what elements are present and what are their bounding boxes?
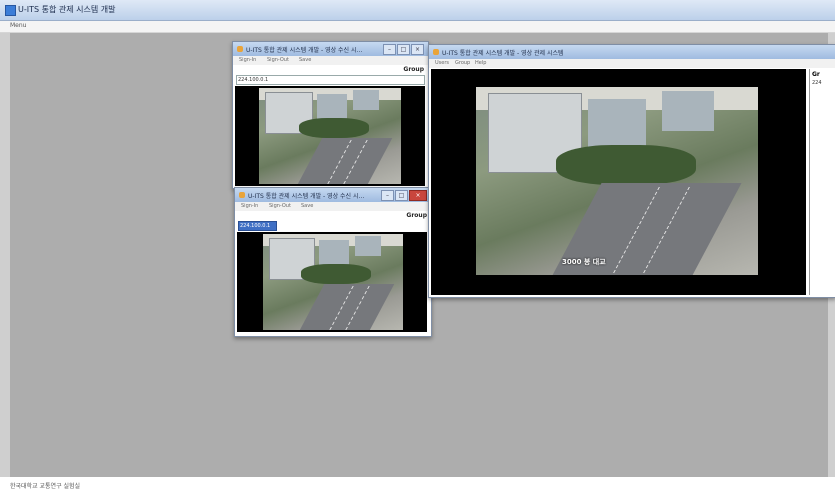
camera-feed: 3000 봉 대교 [476, 87, 758, 275]
menu-sign-in[interactable]: Sign-In [241, 203, 258, 209]
window-titlebar[interactable]: U-ITS 통합 관제 시스템 개발 - 영상 수신 시... – □ × [233, 42, 428, 56]
window-app-icon [237, 46, 243, 52]
window-controls: – □ × [380, 190, 427, 201]
multicast-ip-field[interactable]: 224.100.0.1 [238, 221, 277, 231]
close-button[interactable]: × [409, 190, 427, 201]
menu-users[interactable]: Users [435, 60, 449, 66]
window-menubar: Users Group Help [429, 59, 835, 68]
menu-group[interactable]: Group [455, 60, 470, 66]
video-window-top[interactable]: U-ITS 통합 관제 시스템 개발 - 영상 수신 시... – □ × Si… [232, 41, 429, 189]
maximize-button[interactable]: □ [397, 44, 410, 55]
main-application-window: U-ITS 통합 관제 시스템 개발 Menu U-ITS 통합 관제 시스템 … [0, 0, 835, 494]
menu-save[interactable]: Save [301, 203, 313, 209]
menu-sign-out[interactable]: Sign-Out [267, 57, 289, 63]
window-title: U-ITS 통합 관제 시스템 개발 - 영상 관제 시스템 [442, 50, 564, 57]
camera-feed [259, 88, 401, 184]
window-title: U-ITS 통합 관제 시스템 개발 - 영상 수신 시... [248, 193, 365, 200]
window-controls: – □ × [382, 44, 424, 55]
video-panel: 3000 봉 대교 [431, 69, 806, 295]
window-titlebar[interactable]: U-ITS 통합 관제 시스템 개발 - 영상 수신 시... – □ × [235, 188, 431, 202]
app-titlebar[interactable]: U-ITS 통합 관제 시스템 개발 [0, 0, 835, 21]
window-menubar: Sign-In Sign-Out Save [233, 56, 428, 65]
menu-item[interactable]: Menu [10, 22, 26, 29]
status-text: 한국대학교 교통연구 실험실 [10, 483, 81, 490]
app-title: U-ITS 통합 관제 시스템 개발 [18, 5, 116, 14]
group-label: Group [406, 212, 427, 219]
menu-help[interactable]: Help [475, 60, 486, 66]
status-bar: 한국대학교 교통연구 실험실 [0, 477, 835, 494]
app-logo-icon [5, 5, 16, 16]
app-menubar: Menu [0, 21, 835, 33]
minimize-button[interactable]: – [383, 44, 396, 55]
menu-sign-out[interactable]: Sign-Out [269, 203, 291, 209]
maximize-button[interactable]: □ [395, 190, 408, 201]
window-app-icon [433, 49, 439, 55]
group-side-panel: Gr 224 [809, 69, 834, 295]
video-window-bottom[interactable]: U-ITS 통합 관제 시스템 개발 - 영상 수신 시... – □ × Si… [234, 187, 432, 337]
close-button[interactable]: × [411, 44, 424, 55]
video-panel [237, 232, 427, 332]
group-side-label: Gr [812, 71, 820, 78]
camera-feed [263, 234, 403, 330]
video-panel [235, 86, 425, 186]
minimize-button[interactable]: – [381, 190, 394, 201]
window-menubar: Sign-In Sign-Out Save [235, 202, 431, 211]
menu-sign-in[interactable]: Sign-In [239, 57, 256, 63]
window-app-icon [239, 192, 245, 198]
camera-location-overlay: 3000 봉 대교 [562, 258, 606, 266]
group-label: Group [403, 66, 424, 73]
video-window-main[interactable]: U-ITS 통합 관제 시스템 개발 - 영상 관제 시스템 Users Gro… [428, 44, 835, 298]
group-side-value[interactable]: 224 [812, 80, 822, 86]
window-titlebar[interactable]: U-ITS 통합 관제 시스템 개발 - 영상 관제 시스템 [429, 45, 835, 59]
multicast-ip-field[interactable]: 224.100.0.1 [236, 75, 425, 85]
menu-save[interactable]: Save [299, 57, 311, 63]
window-title: U-ITS 통합 관제 시스템 개발 - 영상 수신 시... [246, 47, 363, 54]
